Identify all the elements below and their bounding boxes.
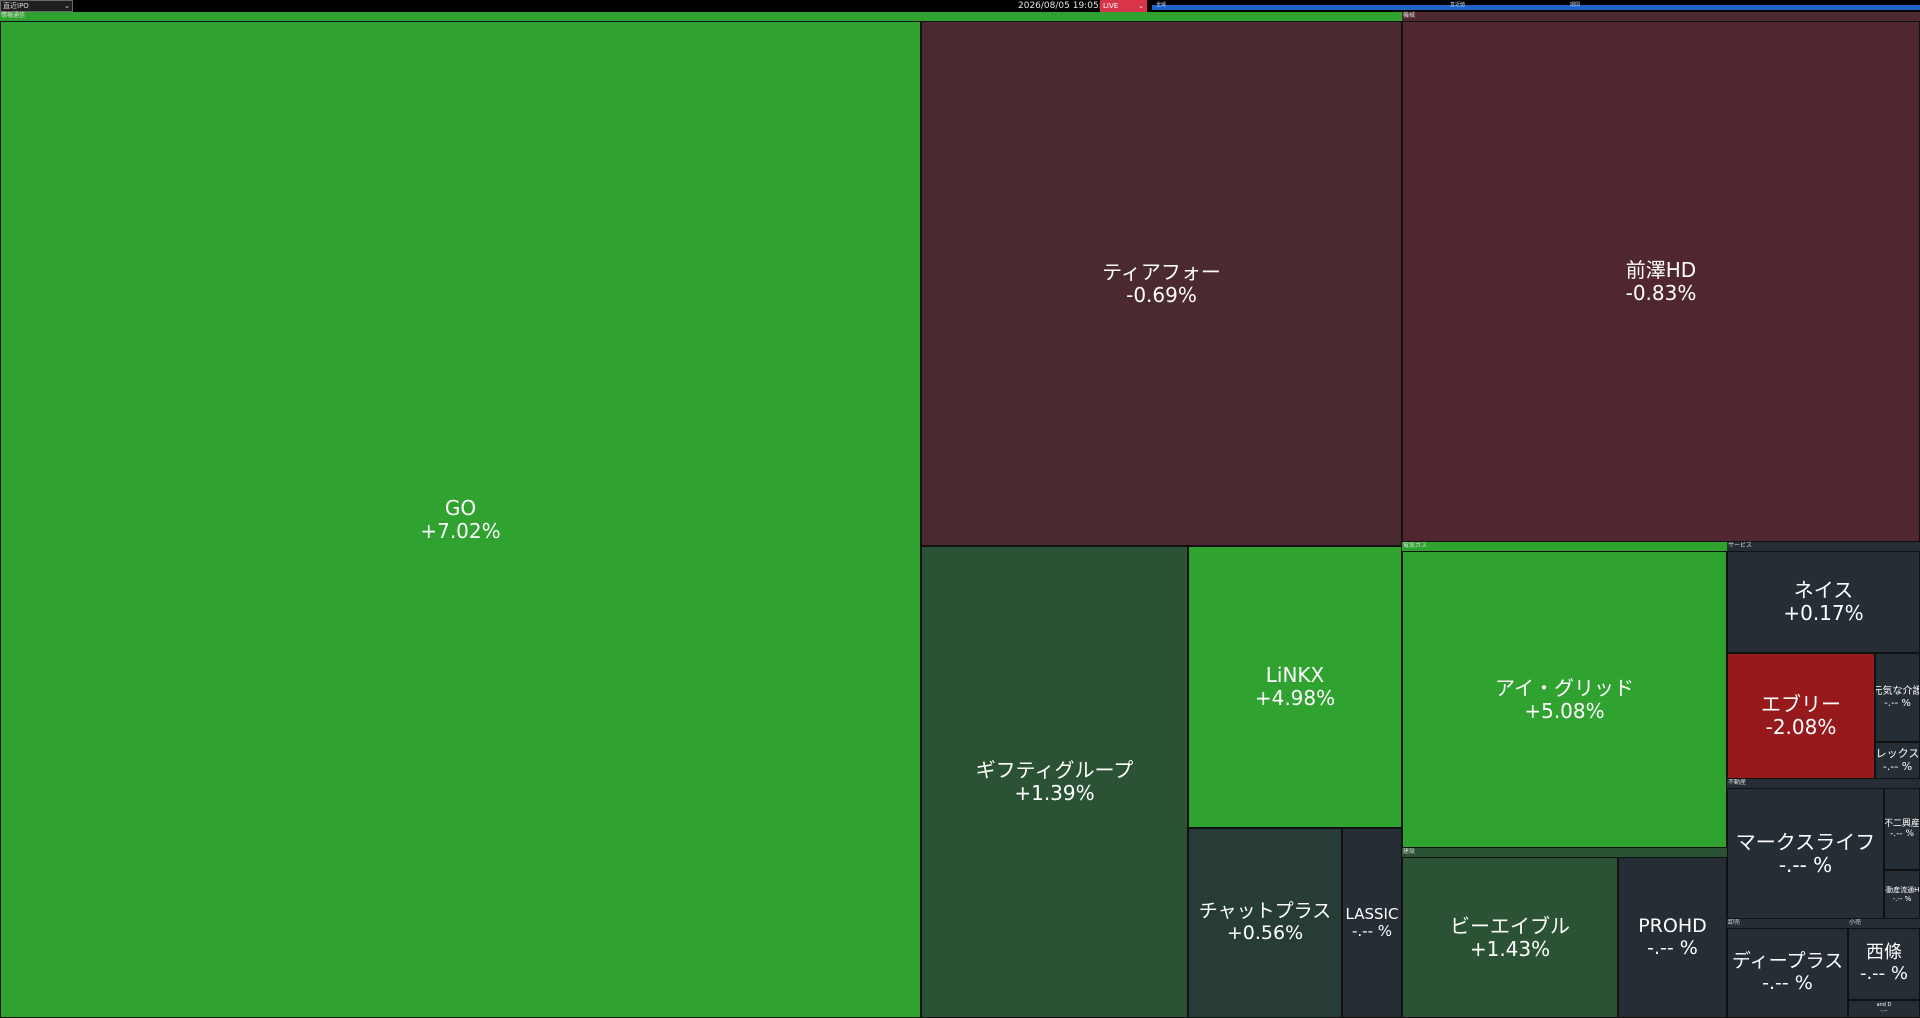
sector-header: 機械 [1402, 12, 1920, 21]
stock-change: -0.69% [1126, 282, 1197, 307]
stock-name: マークスライフ [1735, 829, 1876, 854]
sector-header: 情報通信 [0, 12, 1402, 21]
sector-header: サービス [1727, 542, 1920, 551]
stock-change: +1.39% [1014, 781, 1095, 805]
stock-tile[interactable]: ネイス +0.17% [1727, 551, 1920, 653]
stock-change: -.-- % [1889, 829, 1915, 839]
mode-select-value: LIVE [1103, 2, 1119, 10]
sector-label: 電気ガス [1403, 542, 1428, 549]
stock-name: 不動産流通HD [1885, 886, 1920, 895]
sector-label: 機械 [1403, 12, 1416, 19]
stock-tile[interactable]: マークスライフ -.-- % [1727, 788, 1884, 919]
sector-header: 小売 [1848, 919, 1920, 928]
stock-name: ビーエイブル [1450, 913, 1570, 938]
stock-change: -.-- % [1859, 963, 1909, 984]
stock-tile[interactable]: アイ・グリッド +5.08% [1402, 551, 1727, 848]
stock-change: +0.17% [1783, 601, 1864, 625]
stock-tile[interactable]: レックス -.-- % [1875, 742, 1920, 779]
stock-tile[interactable]: エブリー -2.08% [1727, 653, 1875, 779]
sector-label: 小売 [1849, 919, 1862, 926]
stock-name: GO [444, 495, 477, 520]
sector-header: 卸売 [1727, 919, 1848, 928]
stock-change: +5.08% [1524, 698, 1605, 723]
stock-tile[interactable]: ディープラス -.-- % [1727, 928, 1848, 1018]
sector-header: 電気ガス [1402, 542, 1727, 551]
stock-tile[interactable]: ビーエイブル +1.43% [1402, 857, 1618, 1018]
sector-label: 卸売 [1728, 919, 1741, 926]
stock-name: ネイス [1793, 578, 1854, 602]
stock-change: -.-- % [1882, 759, 1913, 773]
stock-tile[interactable]: チャットプラス +0.56% [1188, 828, 1342, 1018]
sector-label: 情報通信 [1, 12, 26, 19]
stock-tile[interactable]: 前澤HD -0.83% [1402, 21, 1920, 542]
range-label: 直近値 [1450, 2, 1466, 8]
sector-label: サービス [1728, 542, 1753, 549]
stock-change: -.-- [1880, 1008, 1888, 1014]
stock-name: 元気な介護 [1875, 686, 1920, 697]
stock-tile[interactable]: GO +7.02% [0, 21, 921, 1018]
stock-change: +0.56% [1226, 922, 1304, 944]
stock-name: ギフティグループ [975, 758, 1134, 782]
range-label: 全域 [1156, 2, 1167, 8]
sector-header: 建設 [1402, 848, 1727, 857]
stock-name: ティアフォー [1102, 259, 1221, 284]
chevron-down-icon: ⌄ [1138, 2, 1144, 10]
range-slider[interactable]: 全域 直近値 期間 [1152, 2, 1920, 10]
stock-tile[interactable]: 元気な介護 -.-- % [1875, 653, 1920, 742]
stock-tile[interactable]: LASSIC -.-- % [1342, 828, 1402, 1018]
stock-tile[interactable]: 西條 -.-- % [1848, 928, 1920, 1000]
stock-change: -2.08% [1765, 715, 1837, 739]
stock-name: LASSIC [1345, 904, 1399, 923]
chevron-down-icon: ⌄ [64, 2, 70, 10]
stock-tile[interactable]: ギフティグループ +1.39% [921, 546, 1188, 1018]
stock-tile[interactable]: 不動産流通HD -.-- % [1884, 870, 1920, 919]
stock-change: -.-- % [1892, 894, 1912, 903]
sector-header: 不動産 [1727, 779, 1920, 788]
stock-name: アイ・グリッド [1495, 675, 1634, 700]
stock-change: -.-- % [1778, 852, 1833, 877]
treemap: 情報通信 機械 電気ガス サービス 不動産 建設 卸売 小売 GO +7.02%… [0, 12, 1920, 1018]
stock-tile[interactable]: LiNKX +4.98% [1188, 546, 1402, 828]
view-select-value: 直近IPO [3, 2, 29, 10]
view-select[interactable]: 直近IPO ⌄ [0, 0, 73, 12]
stock-name: 西條 [1866, 942, 1902, 964]
stock-change: -.-- % [1647, 936, 1698, 959]
stock-change: -0.83% [1625, 280, 1697, 305]
stock-name: エブリー [1761, 692, 1841, 716]
stock-change: -.-- % [1762, 972, 1813, 994]
sector-label: 不動産 [1728, 779, 1747, 786]
stock-change: -.-- % [1351, 922, 1393, 940]
stock-name: 不二興産 [1884, 818, 1920, 829]
stock-name: 前澤HD [1625, 257, 1697, 282]
stock-tile[interactable]: 不二興産 -.-- % [1884, 788, 1920, 870]
stock-change: +4.98% [1254, 686, 1336, 710]
stock-name: LiNKX [1265, 663, 1325, 687]
sector-label: 建設 [1403, 848, 1416, 855]
timestamp: 2026/08/05 19:05:04 [1018, 1, 1114, 11]
mode-select[interactable]: LIVE ⌄ [1100, 0, 1147, 12]
stock-change: +7.02% [420, 518, 501, 543]
stock-tile[interactable]: PROHD -.-- % [1618, 857, 1727, 1018]
stock-tile[interactable]: ティアフォー -0.69% [921, 21, 1402, 546]
stock-change: -.-- % [1884, 697, 1911, 709]
stock-change: +1.43% [1469, 936, 1551, 961]
stock-name: チャットプラス [1198, 900, 1332, 923]
stock-tile[interactable]: and D -.-- [1848, 1000, 1920, 1018]
stock-name: PROHD [1638, 914, 1707, 937]
stock-name: ディープラス [1731, 950, 1844, 973]
stock-name: レックス [1875, 746, 1920, 760]
range-label: 期間 [1570, 2, 1581, 8]
